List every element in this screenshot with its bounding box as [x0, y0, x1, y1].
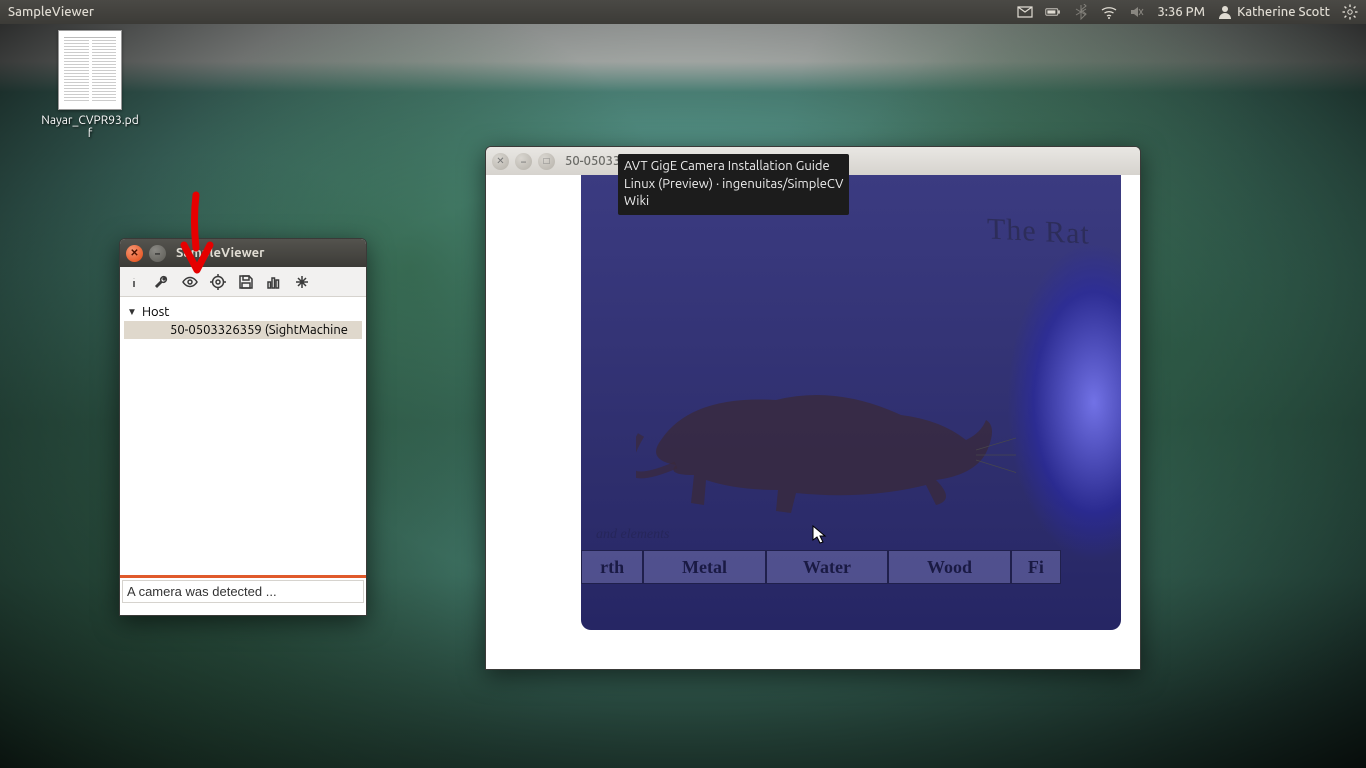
target-icon[interactable] [208, 272, 228, 292]
mug-title-text: The Rat [987, 212, 1090, 251]
user-menu[interactable]: Katherine Scott [1217, 4, 1330, 20]
eye-icon[interactable] [180, 272, 200, 292]
mug-label: Water [766, 550, 889, 584]
mug-caption: and elements [596, 527, 669, 543]
mug-label: Fi [1011, 550, 1061, 584]
camera-tree[interactable]: ▼ Host 50-0503326359 (SightMachine [120, 297, 366, 575]
user-name: Katherine Scott [1237, 5, 1330, 19]
desktop-file-label: Nayar_CVPR93.pdf [40, 114, 140, 140]
sv-status-bar [120, 575, 366, 615]
save-icon[interactable] [236, 272, 256, 292]
rat-silhouette [636, 325, 1016, 525]
mail-icon[interactable] [1017, 4, 1033, 20]
desktop-file-pdf[interactable]: Nayar_CVPR93.pdf [40, 30, 140, 140]
mug-label: Wood [888, 550, 1011, 584]
tree-root-label: Host [142, 305, 169, 319]
mug-element-labels: rth Metal Water Wood Fi [581, 550, 1061, 584]
bluetooth-icon[interactable] [1073, 4, 1089, 20]
sampleviewer-window: ✕ – SampleViewer ▼ Host 50-0503326359 (S… [119, 238, 367, 616]
hover-tooltip: AVT GigE Camera Installation Guide Linux… [618, 154, 849, 215]
tree-collapse-icon[interactable]: ▼ [126, 306, 138, 318]
tooltip-line: AVT GigE Camera Installation Guide [624, 158, 843, 176]
minimize-icon[interactable]: – [149, 245, 166, 262]
sv-window-titlebar[interactable]: ✕ – SampleViewer [120, 239, 366, 267]
maximize-icon[interactable]: □ [538, 153, 555, 170]
wrench-icon[interactable] [152, 272, 172, 292]
sv-toolbar [120, 267, 366, 297]
sv-window-title: SampleViewer [176, 246, 360, 260]
close-icon[interactable]: ✕ [492, 153, 509, 170]
tree-camera-entry[interactable]: 50-0503326359 (SightMachine [124, 321, 362, 339]
battery-icon[interactable] [1045, 4, 1061, 20]
pdf-thumbnail-icon [58, 30, 122, 110]
mug-label: rth [581, 550, 643, 584]
status-message-field[interactable] [122, 580, 364, 603]
close-icon[interactable]: ✕ [126, 245, 143, 262]
expand-icon[interactable] [292, 272, 312, 292]
active-app-title: SampleViewer [8, 5, 94, 19]
info-icon[interactable] [124, 272, 144, 292]
mug-label: Metal [643, 550, 766, 584]
top-menubar: SampleViewer 3:36 PM Katherine Scott [0, 0, 1366, 24]
camera-feed-area: The Rat and elements rth Metal Water Woo… [486, 175, 1140, 669]
volume-icon[interactable] [1129, 4, 1145, 20]
clock[interactable]: 3:36 PM [1157, 5, 1205, 19]
gear-icon[interactable] [1342, 4, 1358, 20]
wifi-icon[interactable] [1101, 4, 1117, 20]
minimize-icon[interactable]: – [515, 153, 532, 170]
tooltip-line: Wiki [624, 193, 843, 211]
tree-camera-label: 50-0503326359 (SightMachine [170, 323, 348, 337]
tree-root-host[interactable]: ▼ Host [124, 303, 362, 321]
tooltip-line: Linux (Preview) · ingenuitas/SimpleCV [624, 176, 843, 194]
system-tray: 3:36 PM Katherine Scott [1017, 4, 1358, 20]
histogram-icon[interactable] [264, 272, 284, 292]
camera-view-window: ✕ – □ 50-05033 The Rat and elements rth … [485, 146, 1141, 670]
